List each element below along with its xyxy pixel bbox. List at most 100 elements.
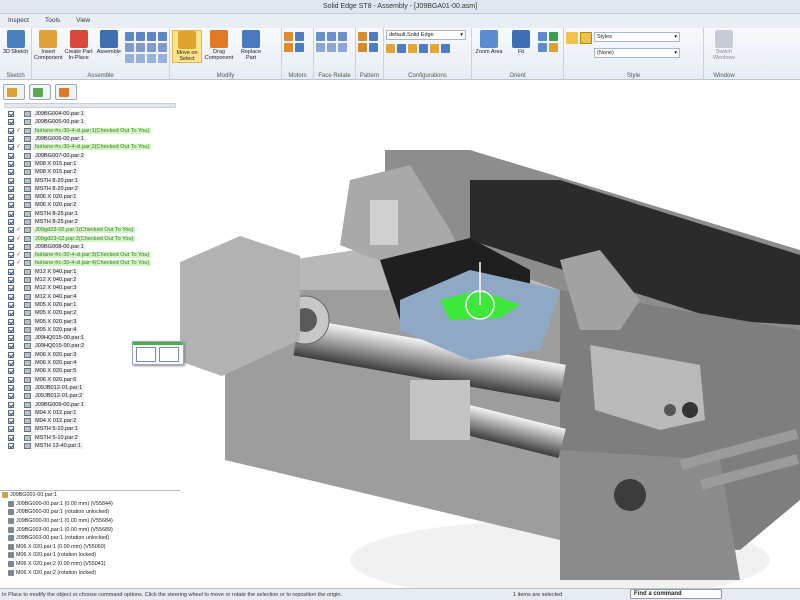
pattern-icon[interactable] (358, 32, 367, 41)
command-bar-options-button[interactable] (136, 347, 156, 362)
visibility-checkbox[interactable] (8, 111, 14, 118)
tree-item[interactable]: M06 X 020.par:5 (8, 367, 178, 375)
axial-align-icon[interactable] (157, 32, 167, 41)
tree-item[interactable]: M05 X 020.par:4 (8, 326, 178, 334)
tree-item[interactable]: ✓ J09gd23-02.par:2(Checked Out To You) (8, 234, 178, 242)
tab-inspect[interactable]: Inspect (0, 14, 37, 28)
graphics-viewport[interactable] (162, 82, 800, 600)
tree-item[interactable]: M12 X 040.par:1 (8, 268, 178, 276)
replace-part-button[interactable]: Replace Part (236, 30, 266, 61)
pathfinder-options-button[interactable] (55, 84, 77, 100)
tree-item[interactable]: J09BG007-00.par:2 (8, 151, 178, 159)
tree-item[interactable]: M04 X 012.par:1 (8, 409, 178, 417)
visibility-checkbox[interactable] (8, 393, 14, 400)
tree-item[interactable]: M06 X 020.par:2 (8, 201, 178, 209)
visibility-checkbox[interactable] (8, 285, 14, 292)
relate-icon[interactable] (124, 32, 134, 41)
relationship-item[interactable]: M06 X 020.par:2 (rotation locked) (0, 568, 180, 577)
tree-item[interactable]: M08 X 015.par:2 (8, 168, 178, 176)
save-config-icon[interactable] (397, 44, 406, 53)
create-part-in-place-button[interactable]: Create Part In-Place (64, 30, 93, 61)
visibility-checkbox[interactable] (8, 418, 14, 425)
shaded-edges-icon[interactable] (580, 32, 592, 44)
motor-options-icon[interactable] (284, 43, 293, 52)
face-symmetric-icon[interactable] (327, 43, 336, 52)
tree-item[interactable]: MSTH 13-40.par:1 (8, 442, 178, 450)
duplicate-icon[interactable] (358, 43, 367, 52)
find-command-input[interactable]: Find a command (630, 589, 722, 599)
visibility-checkbox[interactable] (8, 210, 14, 217)
visibility-checkbox[interactable] (8, 335, 14, 342)
tree-item[interactable]: M05 X 020.par:1 (8, 301, 178, 309)
visibility-checkbox[interactable] (8, 426, 14, 433)
tangent-icon[interactable] (157, 43, 167, 52)
rigid-set-icon[interactable] (157, 54, 167, 63)
tree-item[interactable]: M06 X 020.par:1 (8, 193, 178, 201)
visibility-checkbox[interactable] (8, 409, 14, 416)
zoom-icon[interactable] (538, 32, 547, 41)
visibility-checkbox[interactable] (8, 326, 14, 333)
tree-item[interactable]: MSTH 5-10.par:1 (8, 425, 178, 433)
visibility-checkbox[interactable] (8, 318, 14, 325)
style-none-combo[interactable]: (None) ▾ (594, 48, 680, 58)
zoom-area-button[interactable]: Zoom Area (474, 30, 504, 55)
tree-item[interactable]: MSTH 5-10.par:2 (8, 434, 178, 442)
tree-item[interactable]: MSTH 8-20.par:1 (8, 176, 178, 184)
visibility-checkbox[interactable] (8, 252, 14, 259)
tree-item[interactable]: M05 X 020.par:3 (8, 317, 178, 325)
visibility-checkbox[interactable] (8, 434, 14, 441)
visibility-checkbox[interactable] (8, 301, 14, 308)
move-on-select-button[interactable]: Move on Select (172, 30, 202, 63)
visibility-checkbox[interactable] (8, 177, 14, 184)
tree-item[interactable]: J09BG006-00.par:1 (8, 135, 178, 143)
hide-icon[interactable] (430, 44, 439, 53)
visibility-checkbox[interactable] (8, 152, 14, 159)
mirror-icon[interactable] (369, 32, 378, 41)
drag-component-button[interactable]: Drag Component (204, 30, 234, 61)
face-perpendicular-icon[interactable] (338, 32, 347, 41)
visibility-checkbox[interactable] (8, 136, 14, 143)
visibility-checkbox[interactable] (8, 185, 14, 192)
insert-icon[interactable] (124, 43, 134, 52)
tree-item[interactable]: MSTH 8-25.par:1 (8, 210, 178, 218)
visibility-checkbox[interactable] (8, 194, 14, 201)
tree-item[interactable]: ✓ fairlane-frc-30-4-sl.par:3(Checked Out … (8, 251, 178, 259)
tree-item[interactable]: M12 X 040.par:4 (8, 293, 178, 301)
show-icon[interactable] (441, 44, 450, 53)
tree-item[interactable]: M08 X 015.par:1 (8, 160, 178, 168)
relationship-item[interactable]: M06 X 020.par:1 (rotation locked) (0, 551, 180, 560)
align-icon[interactable] (146, 32, 156, 41)
visibility-checkbox[interactable] (8, 384, 14, 391)
visibility-checkbox[interactable] (8, 351, 14, 358)
tree-item[interactable]: MSTH 8-25.par:2 (8, 218, 178, 226)
zone-icon[interactable] (408, 44, 417, 53)
visibility-checkbox[interactable] (8, 376, 14, 383)
motor-settings-icon[interactable] (295, 43, 304, 52)
tree-item[interactable]: J09BG008-00.par:1 (8, 243, 178, 251)
relationship-item[interactable]: J09BG003-00.par:1 (rotation unlocked) (0, 534, 180, 543)
tree-item[interactable]: MSTH 8-20.par:2 (8, 185, 178, 193)
insert-component-button[interactable]: Insert Component (34, 30, 62, 61)
relationship-root[interactable]: J09BG001-00.par:1 (0, 491, 180, 500)
visibility-checkbox[interactable] (8, 310, 14, 317)
tree-item[interactable]: J09BG005-00.par:1 (8, 118, 178, 126)
face-parallel-icon[interactable] (327, 32, 336, 41)
visibility-checkbox[interactable] (8, 160, 14, 167)
rotate-icon[interactable] (549, 32, 558, 41)
visibility-checkbox[interactable] (8, 443, 14, 450)
face-concentric-icon[interactable] (316, 43, 325, 52)
configuration-combo[interactable]: default,Solid Edge ▾ (386, 30, 466, 40)
face-tangent-icon[interactable] (338, 43, 347, 52)
relationship-item[interactable]: J09BG000-00.par:1 (rotation unlocked) (0, 508, 180, 517)
tree-item[interactable]: J09BG009-00.par:1 (8, 400, 178, 408)
command-bar-reposition-button[interactable] (159, 347, 179, 362)
visibility-checkbox[interactable] (8, 219, 14, 225)
visibility-checkbox[interactable] (8, 293, 14, 300)
display-config-icon[interactable] (386, 44, 395, 53)
visibility-checkbox[interactable] (8, 127, 14, 134)
switch-windows-button[interactable]: Switch Windows (706, 30, 742, 61)
tree-item[interactable]: ✓ fairlane-frc-30-4-sl.par:1(Checked Out … (8, 127, 178, 135)
visibility-checkbox[interactable] (8, 243, 14, 250)
config-options-icon[interactable] (419, 44, 428, 53)
tree-item[interactable]: J09JB012-01.par:1 (8, 384, 178, 392)
